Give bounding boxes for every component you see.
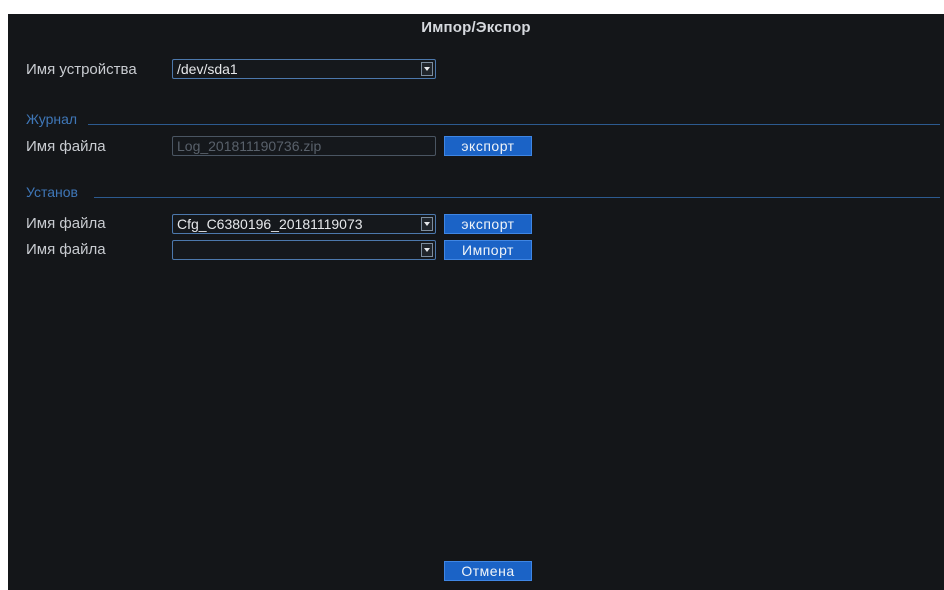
chevron-down-icon[interactable] <box>421 217 433 231</box>
settings-section-divider <box>94 197 940 198</box>
chevron-down-icon[interactable] <box>421 243 433 257</box>
journal-section-divider <box>88 124 940 125</box>
journal-file-label: Имя файла <box>26 138 106 155</box>
journal-section-label: Журнал <box>26 111 78 127</box>
settings-export-button[interactable]: экспорт <box>444 214 532 234</box>
import-export-dialog: Импор/Экспор Имя устройства /dev/sda1 Жу… <box>8 14 944 590</box>
cancel-button[interactable]: Отмена <box>444 561 532 581</box>
settings-import-file-label: Имя файла <box>26 241 106 258</box>
settings-import-file-select[interactable] <box>172 240 436 260</box>
device-select[interactable]: /dev/sda1 <box>172 59 436 79</box>
device-select-value: /dev/sda1 <box>177 61 238 77</box>
settings-section-label: Установ <box>26 184 78 200</box>
device-name-label: Имя устройства <box>26 61 137 78</box>
journal-export-button[interactable]: экспорт <box>444 136 532 156</box>
journal-file-field: Log_201811190736.zip <box>172 136 436 156</box>
settings-export-file-value: Cfg_C6380196_20181119073 <box>177 216 363 232</box>
settings-export-file-select[interactable]: Cfg_C6380196_20181119073 <box>172 214 436 234</box>
dialog-title: Импор/Экспор <box>421 19 531 36</box>
journal-file-value: Log_201811190736.zip <box>177 138 322 154</box>
settings-export-file-label: Имя файла <box>26 215 106 232</box>
chevron-down-icon[interactable] <box>421 62 433 76</box>
settings-import-button[interactable]: Импорт <box>444 240 532 260</box>
